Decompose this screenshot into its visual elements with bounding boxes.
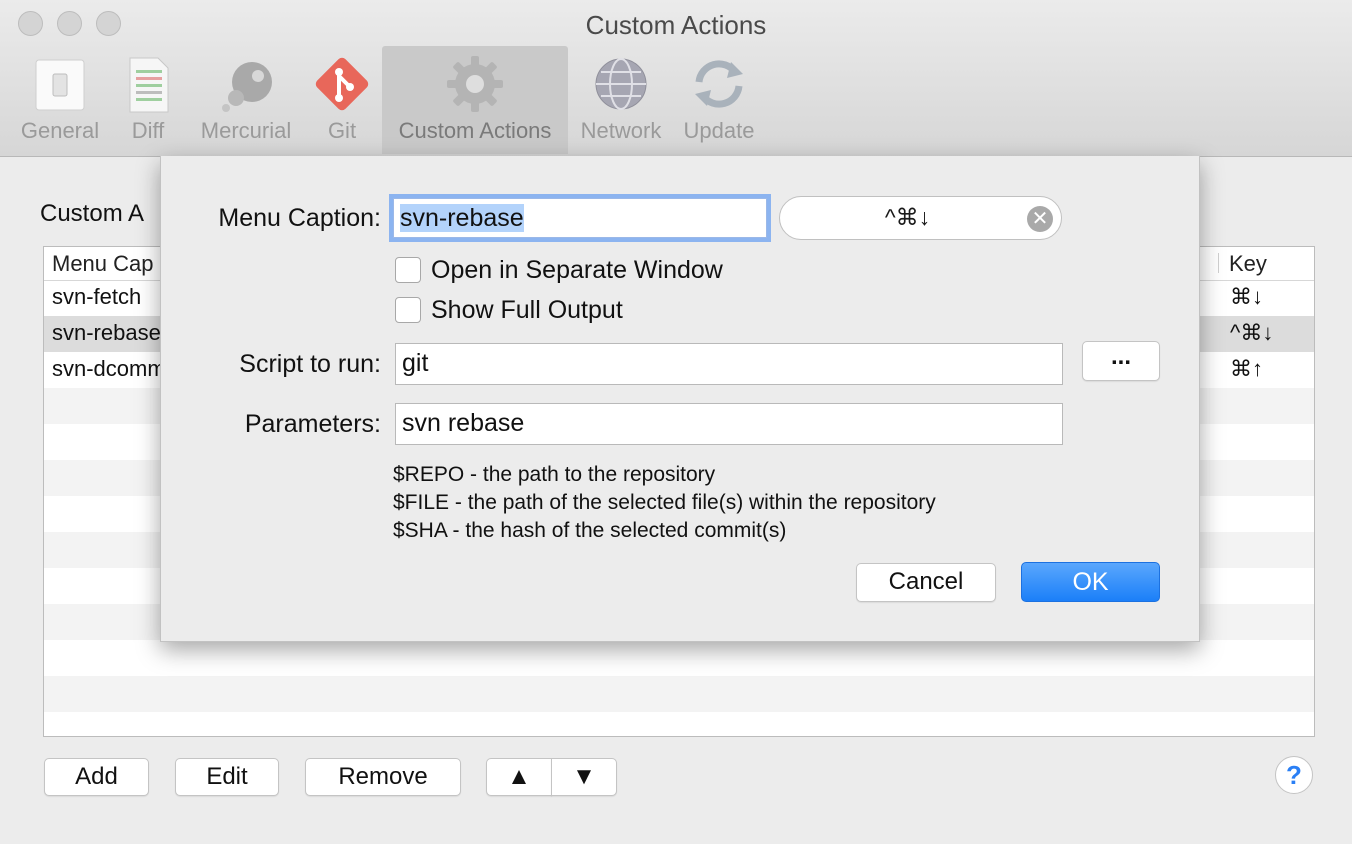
row-caption: svn-fetch: [52, 284, 142, 309]
toolbar-item-mercurial[interactable]: Mercurial: [192, 46, 300, 154]
parameters-label: Parameters:: [244, 410, 381, 438]
ok-button[interactable]: OK: [1021, 562, 1160, 602]
toolbar-item-custom-actions[interactable]: Custom Actions: [382, 46, 568, 154]
edit-button[interactable]: Edit: [175, 758, 279, 796]
parameters-field[interactable]: svn rebase: [395, 403, 1063, 445]
row-caption: svn-rebase: [52, 320, 161, 345]
row-key: ⌘↓: [1230, 284, 1263, 309]
open-separate-window-checkbox[interactable]: [395, 257, 421, 283]
remove-button[interactable]: Remove: [305, 758, 461, 796]
cancel-button[interactable]: Cancel: [856, 563, 996, 602]
menu-caption-label: Menu Caption:: [218, 204, 381, 232]
toolbar-label: Mercurial: [200, 118, 292, 143]
show-full-output-label[interactable]: Show Full Output: [431, 296, 623, 325]
toolbar-item-general[interactable]: General: [14, 46, 106, 154]
toolbar-item-diff[interactable]: Diff: [112, 46, 184, 154]
show-full-output-checkbox[interactable]: [395, 297, 421, 323]
row-key: ⌘↑: [1230, 356, 1263, 381]
add-button[interactable]: Add: [44, 758, 149, 796]
toolbar-item-git[interactable]: Git: [306, 46, 378, 154]
move-up-button[interactable]: ▲: [486, 758, 552, 796]
shortcut-value: ^⌘↓: [884, 204, 931, 230]
hint-repo: $REPO - the path to the repository: [393, 463, 716, 486]
gear-icon: [447, 56, 503, 112]
toolbar-item-network[interactable]: Network: [574, 46, 668, 154]
general-switch-icon: [35, 59, 85, 111]
toolbar-item-update[interactable]: Update: [676, 46, 762, 154]
move-down-button[interactable]: ▼: [551, 758, 617, 796]
empty-row: [44, 676, 1314, 712]
toolbar-label: Diff: [131, 118, 165, 143]
toolbar-label: Network: [580, 118, 662, 143]
refresh-icon: [695, 60, 743, 108]
menu-caption-field[interactable]: svn-rebase: [393, 198, 767, 238]
diff-document-icon: [129, 57, 169, 113]
edit-action-sheet: Menu Caption: svn-rebase ^⌘↓ ✕ Open in S…: [160, 156, 1200, 642]
toolbar-label: Git: [327, 118, 357, 143]
script-label: Script to run:: [239, 350, 381, 378]
window-title: Custom Actions: [585, 10, 767, 40]
column-header-key[interactable]: Key: [1229, 251, 1267, 277]
mercurial-icon: [222, 62, 272, 112]
git-icon: [315, 57, 369, 111]
hint-file: $FILE - the path of the selected file(s)…: [393, 491, 936, 514]
column-header-caption[interactable]: Menu Cap: [52, 251, 154, 277]
globe-icon: [595, 58, 647, 110]
open-separate-window-label[interactable]: Open in Separate Window: [431, 256, 723, 285]
toolbar-label: General: [20, 118, 100, 143]
shortcut-recorder[interactable]: ^⌘↓ ✕: [779, 196, 1062, 240]
clear-shortcut-icon[interactable]: ✕: [1027, 206, 1053, 232]
menu-caption-value: svn-rebase: [400, 204, 524, 232]
toolbar-label: Custom Actions: [398, 118, 552, 143]
toolbar-label: Update: [683, 118, 755, 143]
script-field[interactable]: git: [395, 343, 1063, 385]
hint-sha: $SHA - the hash of the selected commit(s…: [393, 519, 787, 542]
column-separator: [1218, 253, 1219, 273]
row-key: ^⌘↓: [1230, 320, 1274, 345]
row-caption: svn-dcomm: [52, 356, 166, 381]
browse-script-button[interactable]: ...: [1082, 341, 1160, 381]
empty-row: [44, 640, 1314, 676]
window-titlebar: Custom Actions General Diff Mercurial Gi…: [0, 0, 1352, 157]
section-title: Custom A: [40, 200, 145, 227]
help-button[interactable]: ?: [1275, 756, 1313, 794]
